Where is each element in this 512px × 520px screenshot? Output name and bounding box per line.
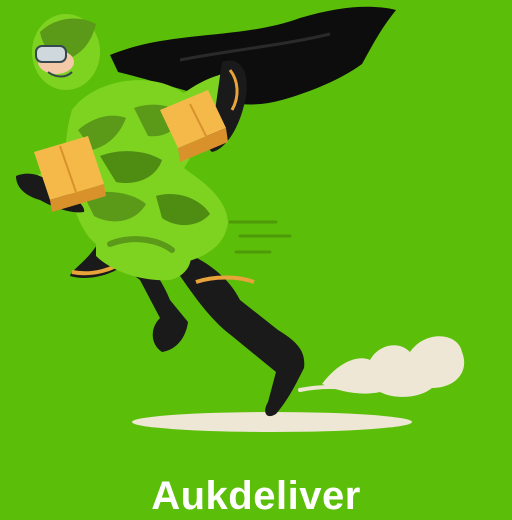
delivery-hero-illustration — [16, 6, 465, 432]
speed-lines — [228, 220, 292, 254]
helmet-icon — [32, 14, 100, 90]
dust-cloud-icon — [298, 336, 465, 397]
brand-name: Aukdeliver — [151, 474, 361, 518]
front-leg — [176, 250, 305, 417]
